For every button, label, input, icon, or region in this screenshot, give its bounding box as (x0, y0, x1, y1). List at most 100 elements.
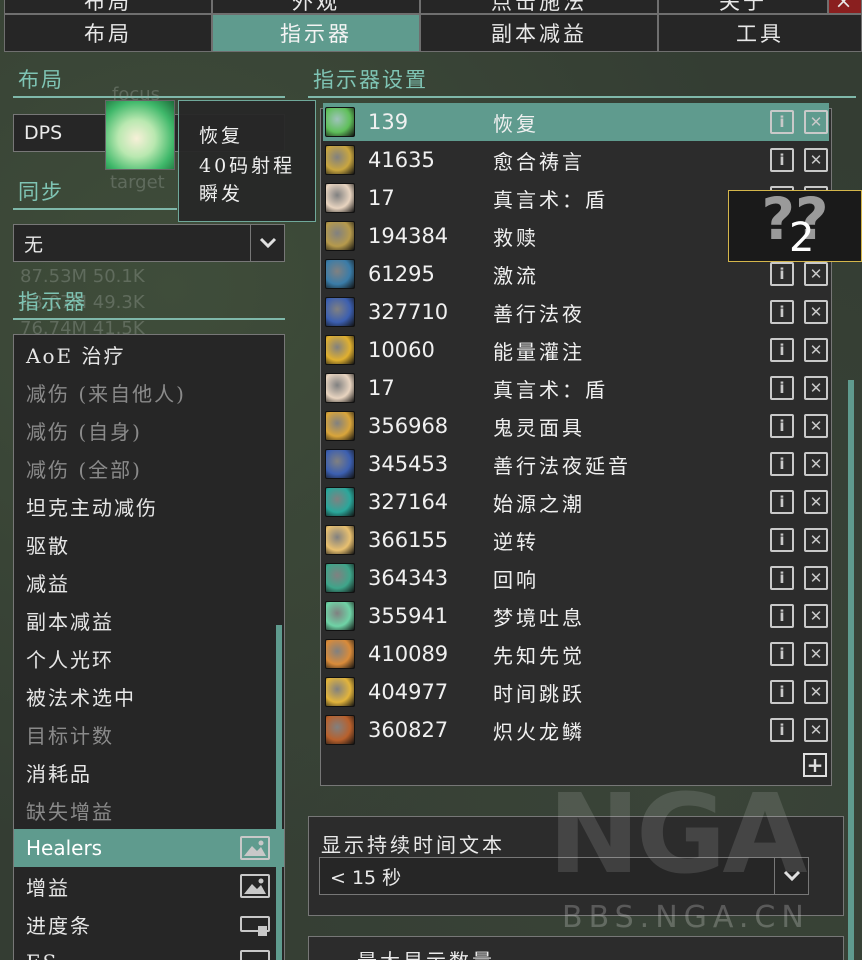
info-icon[interactable]: i (770, 300, 794, 324)
spell-name: 鬼灵面具 (493, 415, 585, 440)
info-icon[interactable]: i (770, 680, 794, 704)
delete-icon[interactable]: ✕ (804, 376, 828, 400)
tab-raid-debuffs[interactable]: 副本减益 (420, 14, 658, 52)
spell-row[interactable]: 327710 善行法夜 i ✕ (323, 293, 829, 331)
tab-layout[interactable]: 布局 (4, 14, 212, 52)
info-icon[interactable]: i (770, 110, 794, 134)
right-scrollbar[interactable] (848, 380, 854, 960)
tab-top-layout[interactable]: 布局 (4, 0, 212, 14)
info-icon[interactable]: i (770, 490, 794, 514)
list-item-aoe-heal[interactable]: AoE 治疗 (14, 335, 284, 373)
sync-dropdown-value: 无 (24, 233, 44, 256)
spell-row[interactable]: 366155 逆转 i ✕ (323, 521, 829, 559)
info-icon[interactable]: i (770, 376, 794, 400)
spell-id: 327710 (368, 300, 449, 324)
max-display-label: 最大显示数量 (357, 945, 495, 960)
list-item-def-external[interactable]: 减伤 (来自他人) (14, 373, 284, 411)
list-item-label: 减伤 (全部) (26, 457, 142, 482)
list-item-es[interactable]: ES (14, 943, 284, 960)
delete-icon[interactable]: ✕ (804, 680, 828, 704)
delete-icon[interactable]: ✕ (804, 642, 828, 666)
tab-top-appearance[interactable]: 外观 (212, 0, 420, 14)
list-item-tank-active[interactable]: 坦克主动减伤 (14, 487, 284, 525)
spell-row[interactable]: 356968 鬼灵面具 i ✕ (323, 407, 829, 445)
info-icon[interactable]: i (770, 262, 794, 286)
spell-id: 364343 (368, 566, 449, 590)
delete-icon[interactable]: ✕ (804, 338, 828, 362)
info-icon[interactable]: i (770, 452, 794, 476)
info-icon[interactable]: i (770, 528, 794, 552)
list-item-consumables[interactable]: 消耗品 (14, 753, 284, 791)
duration-value: < 15 秒 (330, 866, 402, 889)
tab-indicators[interactable]: 指示器 (212, 14, 420, 52)
info-icon[interactable]: i (770, 414, 794, 438)
list-item-personal-auras[interactable]: 个人光环 (14, 639, 284, 677)
spell-row[interactable]: 10060 能量灌注 i ✕ (323, 331, 829, 369)
tab-tools[interactable]: 工具 (658, 14, 862, 52)
delete-icon[interactable]: ✕ (804, 262, 828, 286)
tab-top-about[interactable]: 关于 (658, 0, 828, 14)
spell-row[interactable]: 360827 炽火龙鳞 i ✕ (323, 711, 829, 749)
tab-top-click-casting[interactable]: 点击施法 (420, 0, 658, 14)
info-icon[interactable]: i (770, 642, 794, 666)
spell-row[interactable]: 364343 回响 i ✕ (323, 559, 829, 597)
delete-icon[interactable]: ✕ (804, 110, 828, 134)
list-item-progress-bar[interactable]: 进度条 (14, 905, 284, 943)
delete-icon[interactable]: ✕ (804, 718, 828, 742)
close-button[interactable]: × (828, 0, 862, 14)
list-item-label: 驱散 (26, 533, 70, 558)
list-item-target-counter[interactable]: 目标计数 (14, 715, 284, 753)
spell-row[interactable]: 410089 先知先觉 i ✕ (323, 635, 829, 673)
spell-id: 345453 (368, 452, 449, 476)
spell-name: 善行法夜 (493, 301, 585, 326)
spell-id: 61295 (368, 262, 435, 286)
spell-name: 炽火龙鳞 (493, 719, 585, 744)
tooltip-title: 恢复 (199, 125, 244, 147)
duration-label: 显示持续时间文本 (321, 833, 505, 857)
spell-name: 激流 (493, 263, 539, 288)
list-item-label: 被法术选中 (26, 685, 136, 710)
spell-tooltip: 恢复 40码射程 瞬发 (178, 100, 316, 222)
spell-icon (325, 563, 355, 593)
delete-icon[interactable]: ✕ (804, 148, 828, 172)
spell-row[interactable]: 345453 善行法夜延音 i ✕ (323, 445, 829, 483)
spell-row[interactable]: 41635 愈合祷言 i ✕ (323, 141, 829, 179)
info-icon[interactable]: i (770, 338, 794, 362)
list-item-debuffs[interactable]: 减益 (14, 563, 284, 601)
list-item-healers[interactable]: Healers (14, 829, 284, 867)
list-item-def-all[interactable]: 减伤 (全部) (14, 449, 284, 487)
spell-row[interactable]: 139 恢复 i ✕ (323, 103, 829, 141)
sync-dropdown[interactable]: 无 (13, 224, 285, 262)
left-scrollbar[interactable] (276, 625, 282, 960)
delete-icon[interactable]: ✕ (804, 452, 828, 476)
info-icon[interactable]: i (770, 148, 794, 172)
info-icon[interactable]: i (770, 566, 794, 590)
spell-row[interactable]: 355941 梦境吐息 i ✕ (323, 597, 829, 635)
top-tab-row: 布局 外观 点击施法 关于 × (4, 0, 862, 14)
info-icon[interactable]: i (770, 718, 794, 742)
delete-icon[interactable]: ✕ (804, 604, 828, 628)
spell-name: 恢复 (493, 111, 539, 136)
chevron-down-icon[interactable] (250, 225, 284, 261)
delete-icon[interactable]: ✕ (804, 566, 828, 590)
spell-name: 先知先觉 (493, 643, 585, 668)
list-item-dispels[interactable]: 驱散 (14, 525, 284, 563)
indicator-list: AoE 治疗 减伤 (来自他人) 减伤 (自身) 减伤 (全部) 坦克主动减伤 … (13, 334, 285, 960)
list-item-buffs[interactable]: 增益 (14, 867, 284, 905)
spell-row[interactable]: 327164 始源之潮 i ✕ (323, 483, 829, 521)
spell-icon (325, 297, 355, 327)
delete-icon[interactable]: ✕ (804, 528, 828, 552)
spell-row[interactable]: 17 真言术：盾 i ✕ (323, 369, 829, 407)
list-item-def-self[interactable]: 减伤 (自身) (14, 411, 284, 449)
list-item-raid-debuffs[interactable]: 副本减益 (14, 601, 284, 639)
info-icon[interactable]: i (770, 604, 794, 628)
add-spell-button[interactable]: + (803, 753, 827, 777)
delete-icon[interactable]: ✕ (804, 490, 828, 514)
delete-icon[interactable]: ✕ (804, 414, 828, 438)
spell-icon (325, 259, 355, 289)
delete-icon[interactable]: ✕ (804, 300, 828, 324)
list-item-missing-buffs[interactable]: 缺失增益 (14, 791, 284, 829)
renew-spell-icon (105, 100, 175, 170)
list-item-targeted-spells[interactable]: 被法术选中 (14, 677, 284, 715)
spell-row[interactable]: 404977 时间跳跃 i ✕ (323, 673, 829, 711)
